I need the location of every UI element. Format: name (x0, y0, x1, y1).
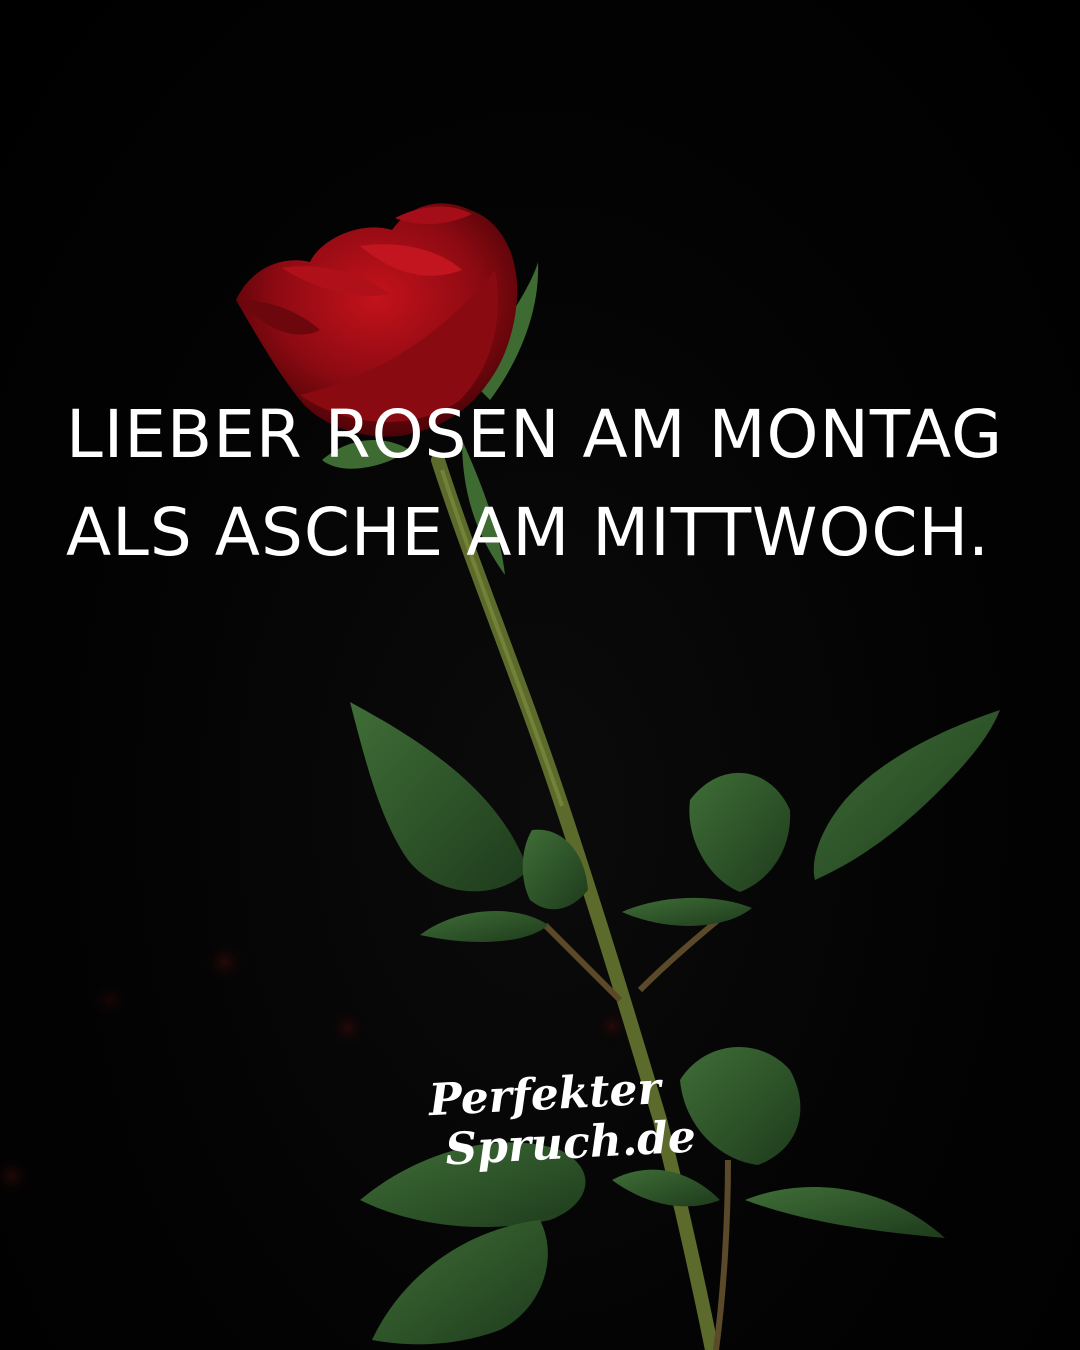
leaf (745, 1187, 945, 1238)
brand-logo: Perfekter Spruch.de (427, 1063, 697, 1176)
leaf (622, 897, 752, 926)
leaf (420, 911, 548, 943)
quote-line-1: LIEBER ROSEN AM MONTAG (66, 396, 1004, 473)
leaf (689, 772, 791, 892)
leaf (813, 710, 1000, 880)
leaf (350, 702, 528, 892)
leaf (680, 1047, 801, 1165)
bokeh-dot (0, 1154, 34, 1198)
leaf (372, 1220, 548, 1345)
bokeh-dot (326, 1006, 370, 1050)
branch (713, 1159, 731, 1350)
bokeh-dot (201, 938, 249, 986)
quote-text: LIEBER ROSEN AM MONTAG ALS ASCHE AM MITT… (66, 386, 1046, 582)
bokeh-dot (88, 978, 132, 1022)
leaf (612, 1169, 720, 1207)
quote-line-2: ALS ASCHE AM MITTWOCH. (66, 494, 990, 571)
